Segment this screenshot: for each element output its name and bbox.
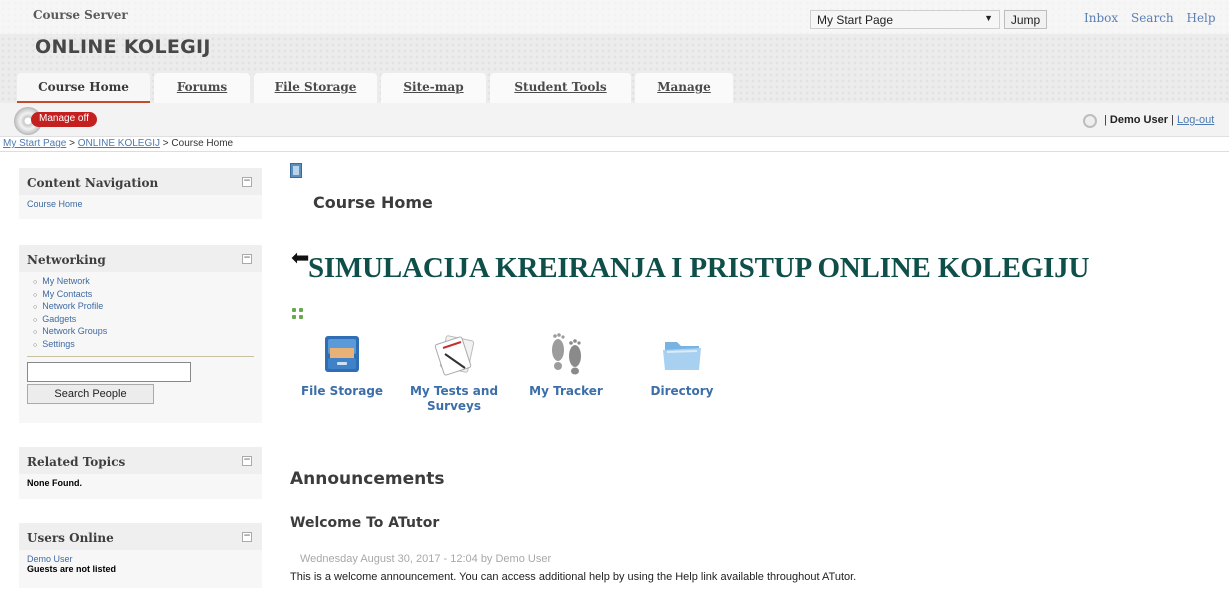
related-topics-empty: None Found. xyxy=(27,478,82,488)
course-title[interactable]: ONLINE KOLEGIJ xyxy=(35,36,211,58)
breadcrumb-current: Course Home xyxy=(171,138,234,149)
search-people-input[interactable] xyxy=(27,362,191,382)
related-topics-box: Related Topics − None Found. xyxy=(19,447,262,499)
networking-box: Networking − My Network My Contacts Netw… xyxy=(19,245,262,423)
networking-divider xyxy=(27,356,254,357)
page-title: Course Home xyxy=(313,193,433,212)
breadcrumb: My Start Page > ONLINE KOLEGIJ > Course … xyxy=(3,138,233,149)
gear-icon[interactable] xyxy=(1083,114,1097,128)
networking-item-my-network[interactable]: My Network xyxy=(33,276,254,289)
logout-link[interactable]: Log-out xyxy=(1177,114,1214,126)
user-separator: | xyxy=(1104,114,1107,126)
jump-select[interactable]: My Start Page ▼ xyxy=(810,10,1000,29)
networking-item-gadgets[interactable]: Gadgets xyxy=(33,314,254,327)
course-heading: SIMULACIJA KREIRANJA I PRISTUP ONLINE KO… xyxy=(308,252,1090,284)
tool-file-storage[interactable]: File Storage xyxy=(298,330,386,399)
collapse-icon[interactable]: − xyxy=(242,532,252,542)
networking-list: My Network My Contacts Network Profile G… xyxy=(19,272,262,410)
announcement-body: This is a welcome announcement. You can … xyxy=(290,571,857,583)
user-name: Demo User xyxy=(1109,114,1168,126)
tab-course-home[interactable]: Course Home xyxy=(17,73,150,103)
search-people-button[interactable]: Search People xyxy=(27,384,154,404)
tool-label: My Tracker xyxy=(529,384,603,398)
networking-title: Networking − xyxy=(19,245,262,272)
manage-bar: Manage off xyxy=(0,103,1229,137)
site-header: Course Server ONLINE KOLEGIJ My Start Pa… xyxy=(0,0,1229,103)
networking-label: Networking xyxy=(27,253,106,267)
tab-forums[interactable]: Forums xyxy=(154,73,250,103)
content-navigation-list: Course Home xyxy=(19,195,262,215)
users-online-label: Users Online xyxy=(27,531,114,545)
server-title: Course Server xyxy=(33,8,128,22)
announcement-date: Wednesday August 30, 2017 - 12:04 by Dem… xyxy=(300,553,552,565)
breadcrumb-start-page[interactable]: My Start Page xyxy=(3,138,66,149)
breadcrumb-separator: > xyxy=(162,138,169,149)
tab-manage[interactable]: Manage xyxy=(635,73,733,103)
users-online-body: Demo User Guests are not listed xyxy=(19,550,262,580)
back-arrow-icon[interactable]: ⬅ xyxy=(291,248,309,270)
tool-label: My Tests and Surveys xyxy=(409,384,499,413)
related-topics-label: Related Topics xyxy=(27,455,126,469)
tool-directory[interactable]: Directory xyxy=(642,330,722,399)
breadcrumb-course[interactable]: ONLINE KOLEGIJ xyxy=(78,138,160,149)
announcement-title: Welcome To ATutor xyxy=(290,515,440,531)
tab-site-map[interactable]: Site-map xyxy=(381,73,486,103)
folder-icon xyxy=(659,330,705,376)
users-online-title: Users Online − xyxy=(19,523,262,550)
tool-my-tracker[interactable]: My Tracker xyxy=(522,330,610,399)
collapse-icon[interactable]: − xyxy=(242,456,252,466)
content-navigation-label: Content Navigation xyxy=(27,176,159,190)
related-topics-title: Related Topics − xyxy=(19,447,262,474)
jump-button[interactable]: Jump xyxy=(1004,10,1047,29)
manage-off-toggle[interactable]: Manage off xyxy=(31,112,97,127)
footprints-icon xyxy=(543,330,589,376)
content-navigation-title: Content Navigation − xyxy=(19,168,262,195)
test-paper-icon xyxy=(431,330,477,376)
tool-my-tests[interactable]: My Tests and Surveys xyxy=(404,330,504,414)
file-cabinet-icon xyxy=(319,330,365,376)
top-links: Inbox Search Help xyxy=(1084,11,1225,25)
tool-label: Directory xyxy=(650,384,714,398)
user-info: | Demo User | Log-out xyxy=(1104,114,1214,126)
networking-item-network-groups[interactable]: Network Groups xyxy=(33,326,254,339)
collapse-icon[interactable]: − xyxy=(242,254,252,264)
menu-toggle-icon[interactable] xyxy=(290,163,302,178)
content-navigation-box: Content Navigation − Course Home xyxy=(19,168,262,219)
inbox-link[interactable]: Inbox xyxy=(1084,11,1118,25)
search-link[interactable]: Search xyxy=(1131,11,1174,25)
tab-file-storage[interactable]: File Storage xyxy=(254,73,377,103)
guests-note: Guests are not listed xyxy=(27,564,117,574)
tab-student-tools[interactable]: Student Tools xyxy=(490,73,631,103)
networking-item-my-contacts[interactable]: My Contacts xyxy=(33,289,254,302)
jump-select-value: My Start Page xyxy=(817,13,894,27)
user-separator-2: | xyxy=(1171,114,1174,126)
breadcrumb-separator: > xyxy=(69,138,75,149)
announcements-title: Announcements xyxy=(290,469,445,489)
related-topics-body: None Found. xyxy=(19,474,262,494)
collapse-icon[interactable]: − xyxy=(242,177,252,187)
networking-item-settings[interactable]: Settings xyxy=(33,339,254,352)
grid-icon[interactable] xyxy=(292,308,304,320)
chevron-down-icon: ▼ xyxy=(984,13,993,23)
content-nav-item-course-home[interactable]: Course Home xyxy=(27,199,254,209)
networking-item-network-profile[interactable]: Network Profile xyxy=(33,301,254,314)
users-online-box: Users Online − Demo User Guests are not … xyxy=(19,523,262,588)
tool-label: File Storage xyxy=(300,384,384,398)
breadcrumb-divider xyxy=(0,151,1229,152)
online-user[interactable]: Demo User xyxy=(27,554,254,564)
help-link[interactable]: Help xyxy=(1186,11,1215,25)
